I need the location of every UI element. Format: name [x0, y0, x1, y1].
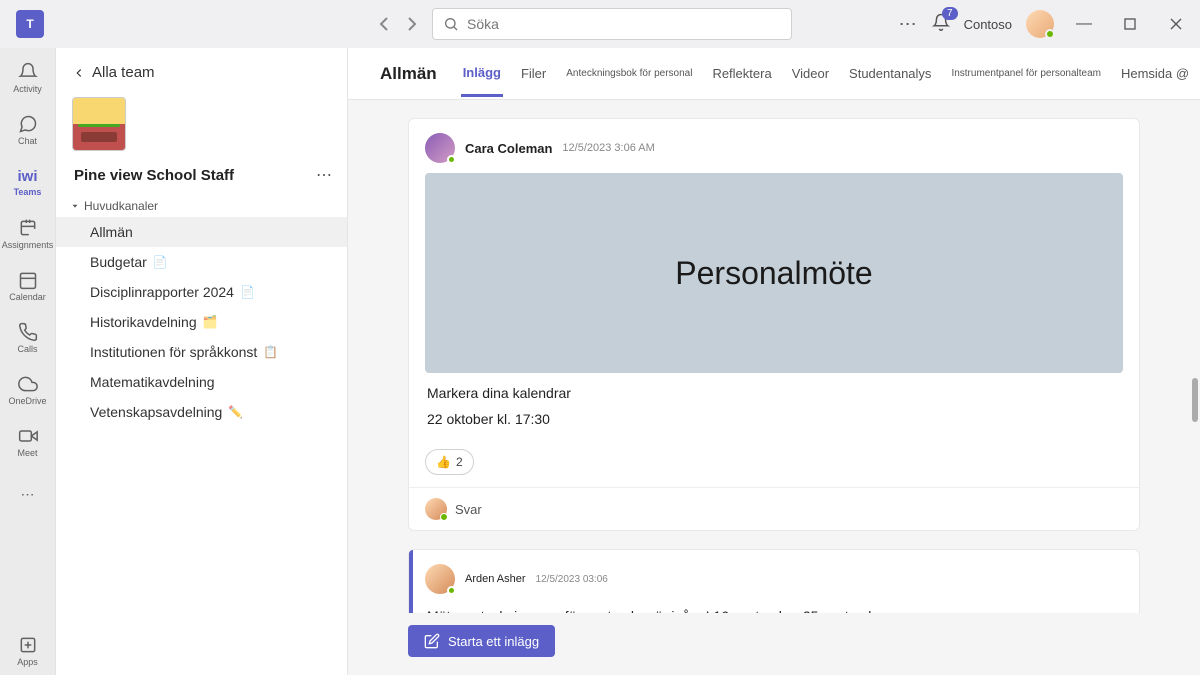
thumbs-up-icon: 👍: [436, 455, 451, 469]
channel-item-vetenskap[interactable]: Vetenskapsavdelning✏️: [56, 397, 347, 427]
author-avatar[interactable]: [425, 564, 455, 594]
org-name-label: Contoso: [964, 17, 1012, 32]
more-options-button[interactable]: ⋯: [899, 14, 918, 35]
clipboard-icon: 📋: [263, 345, 278, 359]
rail-teams[interactable]: iwi Teams: [4, 158, 52, 206]
team-avatar: [72, 97, 126, 151]
new-post-button[interactable]: Starta ett inlägg: [408, 625, 555, 657]
window-maximize-button[interactable]: [1114, 8, 1146, 40]
channel-item-allman[interactable]: Allmän: [56, 217, 347, 247]
tab-videos[interactable]: Videor: [790, 52, 831, 95]
rail-chat[interactable]: Chat: [4, 106, 52, 154]
rail-assignments[interactable]: Assignments: [4, 210, 52, 258]
channel-item-historik[interactable]: Historikavdelning🗂️: [56, 307, 347, 337]
post-card: Cara Coleman 12/5/2023 3:06 AM Personalm…: [408, 118, 1140, 531]
apps-icon: [18, 635, 38, 655]
rail-more[interactable]: ⋯: [4, 470, 52, 518]
assignments-icon: [18, 218, 38, 238]
scrollbar-thumb[interactable]: [1192, 378, 1198, 422]
presence-indicator: [447, 586, 456, 595]
channel-title: Allmän: [380, 64, 437, 84]
tab-files[interactable]: Filer: [519, 52, 548, 95]
tab-student[interactable]: Studentanalys: [847, 52, 933, 95]
team-more-button[interactable]: ⋯: [316, 165, 333, 185]
doc-icon: 📄: [240, 285, 255, 299]
back-all-teams-button[interactable]: Alla team: [56, 58, 347, 91]
search-icon: [443, 16, 459, 32]
activity-icon: [18, 62, 38, 82]
channel-item-budgetar[interactable]: Budgetar📄: [56, 247, 347, 277]
post-text: Markera dina kalendrar: [427, 385, 1121, 401]
tab-posts[interactable]: Inlägg: [461, 51, 503, 97]
rail-calls[interactable]: Calls: [4, 314, 52, 362]
team-name-label: Pine view School Staff: [74, 167, 234, 184]
search-input[interactable]: Söka: [432, 8, 792, 40]
reply-avatar: [425, 498, 447, 520]
post-card: Arden Asher 12/5/2023 03:06 Mötesanteckn…: [408, 549, 1140, 613]
post-timestamp: 12/5/2023 3:06 AM: [562, 142, 654, 154]
post-text: 22 oktober kl. 17:30: [427, 411, 1121, 427]
teams-logo: T: [16, 10, 44, 38]
channel-item-sprakkonst[interactable]: Institutionen för språkkonst📋: [56, 337, 347, 367]
nav-back-button[interactable]: [372, 12, 396, 36]
rail-apps[interactable]: Apps: [4, 627, 52, 675]
chat-icon: [18, 114, 38, 134]
user-avatar[interactable]: [1026, 10, 1054, 38]
author-name[interactable]: Cara Coleman: [465, 141, 552, 156]
post-timestamp: 12/5/2023 03:06: [536, 574, 608, 585]
channel-item-disciplinrapporter[interactable]: Disciplinrapporter 2024📄: [56, 277, 347, 307]
presence-indicator: [447, 155, 456, 164]
reply-button[interactable]: Svar: [409, 487, 1139, 530]
search-placeholder: Söka: [467, 16, 499, 32]
meet-icon: [18, 426, 38, 446]
channels-section-toggle[interactable]: Huvudkanaler: [56, 195, 347, 217]
window-minimize-button[interactable]: —: [1068, 8, 1100, 40]
rail-activity[interactable]: Activity: [4, 54, 52, 102]
channel-item-matematik[interactable]: Matematikavdelning: [56, 367, 347, 397]
tab-reflect[interactable]: Reflektera: [710, 52, 773, 95]
tab-homepage[interactable]: Hemsida @: [1119, 52, 1191, 95]
author-name[interactable]: Arden Asher: [465, 573, 526, 585]
chevron-down-icon: [70, 201, 80, 211]
notification-badge: 7: [942, 7, 958, 20]
onedrive-icon: [18, 374, 38, 394]
rail-meet[interactable]: Meet: [4, 418, 52, 466]
calls-icon: [18, 322, 38, 342]
folder-icon: 🗂️: [203, 315, 218, 329]
post-text: Mötesanteckningarna för september är igå…: [427, 608, 1121, 613]
rail-onedrive[interactable]: OneDrive: [4, 366, 52, 414]
notifications-button[interactable]: 7: [932, 13, 950, 36]
doc-icon: 📄: [153, 255, 168, 269]
author-avatar[interactable]: [425, 133, 455, 163]
window-close-button[interactable]: [1160, 8, 1192, 40]
rail-calendar[interactable]: Calendar: [4, 262, 52, 310]
reaction-like-pill[interactable]: 👍 2: [425, 449, 474, 475]
tab-notebook[interactable]: Anteckningsbok för personal: [564, 54, 694, 93]
calendar-icon: [18, 270, 38, 290]
tab-dashboard[interactable]: Instrumentpanel för personalteam: [949, 54, 1103, 93]
pencil-icon: ✏️: [228, 405, 243, 419]
nav-forward-button[interactable]: [400, 12, 424, 36]
compose-icon: [424, 633, 440, 649]
presence-indicator: [1045, 29, 1055, 39]
attachment-banner[interactable]: Personalmöte: [425, 173, 1123, 373]
chevron-left-icon: [72, 66, 86, 80]
